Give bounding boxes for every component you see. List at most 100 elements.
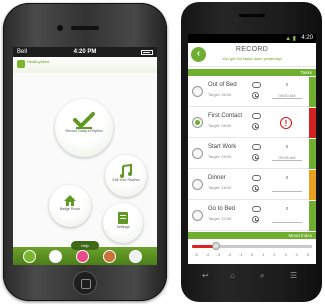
mood-scale-tick: -1 bbox=[239, 252, 243, 257]
alert-icon: ! bbox=[280, 117, 292, 129]
task-checkbox[interactable] bbox=[192, 179, 203, 190]
app-logo-icon bbox=[17, 60, 25, 68]
app-header: HealthyMind bbox=[13, 57, 157, 73]
completion-time[interactable]: 09:08 AM bbox=[272, 155, 302, 161]
mood-scale-tick: 2 bbox=[273, 252, 276, 257]
task-status-band bbox=[309, 77, 316, 107]
task-name: Go to Bed bbox=[208, 206, 236, 212]
status-time: 4:20 bbox=[301, 35, 313, 41]
home-icon bbox=[64, 195, 76, 206]
mood-section-header: Mood Index bbox=[188, 232, 316, 239]
task-checkbox[interactable] bbox=[192, 148, 203, 159]
edit-rhythm-label: Edit Your Rhythm bbox=[112, 178, 140, 182]
back-nav-icon[interactable]: ↩ bbox=[202, 271, 209, 280]
android-nav-bar: ↩ ⌂ ⌕ ☰ bbox=[188, 268, 316, 284]
task-row[interactable]: Out of Bed Target: 06:00 0 08:00 AM bbox=[188, 77, 316, 107]
iphone-screen: Bell 4:20 PM HealthyMind Record Today's … bbox=[13, 47, 157, 265]
comment-icon[interactable] bbox=[252, 82, 261, 88]
task-status-band bbox=[309, 139, 316, 169]
record-header: RECORD You got 0/4 tasks done yesterday!… bbox=[188, 43, 316, 67]
back-arrow-icon[interactable]: ‹ bbox=[191, 47, 206, 62]
comment-count: 0 bbox=[285, 206, 289, 211]
clock-icon[interactable] bbox=[252, 185, 259, 192]
clock-icon[interactable] bbox=[252, 154, 259, 161]
comment-count: 0 bbox=[285, 144, 289, 149]
task-name: First Contact bbox=[208, 113, 243, 119]
page-title: RECORD bbox=[235, 46, 269, 53]
earpiece-speaker bbox=[71, 26, 99, 30]
stage: Bell 4:20 PM HealthyMind Record Today's … bbox=[0, 0, 325, 304]
home-button[interactable] bbox=[73, 271, 97, 295]
comment-icon[interactable] bbox=[252, 175, 261, 181]
status-time: 4:20 PM bbox=[73, 49, 97, 55]
mood-scale-tick: -5 bbox=[194, 252, 198, 257]
app-logo-text: HealthyMind bbox=[27, 59, 50, 64]
task-row[interactable]: Start Work Target: 09:00 0 09:08 AM bbox=[188, 139, 316, 169]
mood-scale-tick: 0 bbox=[250, 252, 254, 257]
completion-time[interactable] bbox=[272, 217, 302, 223]
android-screen: ▲ ▮ 4:20 RECORD You got 0/4 tasks done y… bbox=[188, 34, 316, 264]
clock-icon[interactable] bbox=[252, 92, 259, 99]
task-name: Start Work bbox=[208, 144, 237, 150]
settings-button[interactable]: Settings bbox=[103, 203, 143, 243]
task-target: Target: 22:00 bbox=[208, 216, 232, 221]
tasks-section-header: Tasks bbox=[188, 69, 316, 76]
dock-item-5[interactable] bbox=[129, 250, 142, 263]
music-note-icon bbox=[120, 164, 132, 178]
comment-count: 0 bbox=[285, 82, 289, 87]
comment-count: 0 bbox=[285, 175, 289, 180]
task-status-band bbox=[309, 201, 316, 231]
task-checkbox[interactable] bbox=[192, 210, 203, 221]
completion-time[interactable] bbox=[272, 186, 302, 192]
task-checkbox[interactable] bbox=[192, 117, 203, 128]
task-checkbox[interactable] bbox=[192, 86, 203, 97]
task-row[interactable]: Dinner Target: 18:00 0 bbox=[188, 170, 316, 200]
badge-room-button[interactable]: Badge Room bbox=[49, 185, 91, 227]
task-row[interactable]: First Contact Target: 08:00! bbox=[188, 108, 316, 138]
dock-item-3[interactable] bbox=[76, 250, 89, 263]
front-camera bbox=[57, 25, 63, 31]
help-tab[interactable]: help bbox=[71, 241, 99, 250]
mood-scale-tick: -3 bbox=[216, 252, 221, 257]
mood-scale: -5 -4 -3 -2 -1 0 1 2 3 4 5 bbox=[190, 252, 314, 260]
dock-item-4[interactable] bbox=[103, 250, 116, 263]
tasks-section-label: Tasks bbox=[300, 70, 312, 75]
mood-scale-tick: 4 bbox=[295, 252, 298, 257]
document-icon bbox=[118, 212, 128, 224]
mood-scale-tick: 5 bbox=[306, 252, 310, 257]
mood-scale-tick: 1 bbox=[262, 252, 265, 257]
dock-item-2[interactable] bbox=[49, 250, 62, 263]
mood-scale-tick: 3 bbox=[284, 252, 287, 257]
menu-nav-icon[interactable]: ☰ bbox=[290, 271, 297, 280]
mood-section-label: Mood Index bbox=[288, 233, 312, 238]
comment-icon[interactable] bbox=[252, 113, 261, 119]
record-rhythm-label: Record Today's Rhythm bbox=[65, 129, 103, 133]
task-target: Target: 08:00 bbox=[208, 123, 232, 128]
edit-rhythm-button[interactable]: Edit Your Rhythm bbox=[105, 155, 147, 197]
task-target: Target: 09:00 bbox=[208, 154, 232, 159]
ios-status-bar: Bell 4:20 PM bbox=[13, 47, 157, 57]
clock-icon[interactable] bbox=[252, 123, 259, 130]
page-subtitle: You got 0/4 tasks done yesterday! bbox=[221, 56, 283, 61]
badge-room-label: Badge Room bbox=[59, 207, 81, 211]
comment-icon[interactable] bbox=[252, 206, 261, 212]
dock-item-1[interactable] bbox=[23, 250, 36, 263]
mood-slider-knob[interactable] bbox=[212, 242, 220, 250]
android-status-bar: ▲ ▮ 4:20 bbox=[188, 34, 316, 43]
task-name: Out of Bed bbox=[208, 82, 237, 88]
clock-icon[interactable] bbox=[252, 216, 259, 223]
mood-scale-tick: -4 bbox=[205, 252, 209, 257]
search-nav-icon[interactable]: ⌕ bbox=[260, 271, 264, 281]
task-target: Target: 18:00 bbox=[208, 185, 232, 190]
task-row[interactable]: Go to Bed Target: 22:00 0 bbox=[188, 201, 316, 231]
settings-label: Settings bbox=[116, 225, 130, 229]
comment-icon[interactable] bbox=[252, 144, 261, 150]
mood-slider[interactable] bbox=[192, 242, 312, 250]
home-nav-icon[interactable]: ⌂ bbox=[230, 271, 235, 280]
record-rhythm-button[interactable]: Record Today's Rhythm bbox=[55, 99, 113, 157]
battery-icon bbox=[141, 50, 153, 55]
mood-scale-tick: -2 bbox=[227, 252, 232, 257]
checkmark-icon bbox=[73, 112, 95, 129]
completion-time[interactable]: 08:00 AM bbox=[272, 93, 302, 99]
earpiece-speaker bbox=[239, 14, 265, 17]
